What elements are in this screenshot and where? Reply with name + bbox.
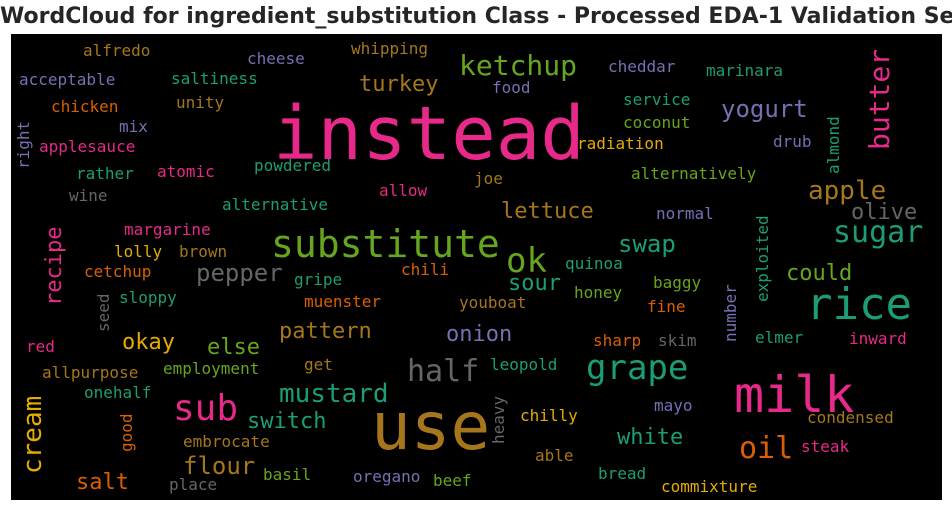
word-employment: employment xyxy=(163,359,259,378)
word-exploited: exploited xyxy=(753,215,772,302)
word-drub: drub xyxy=(773,132,812,151)
word-margarine: margarine xyxy=(124,220,211,239)
word-cheddar: cheddar xyxy=(608,57,676,76)
word-half: half xyxy=(407,354,479,389)
word-substitute: substitute xyxy=(271,222,500,266)
word-quinoa: quinoa xyxy=(565,254,623,273)
word-could: could xyxy=(786,261,852,286)
word-use: use xyxy=(371,388,490,465)
word-mayo: mayo xyxy=(654,396,693,415)
wordcloud-svg: insteaduse milkricesubstitutesubokgrapeha… xyxy=(14,39,923,496)
word-red: red xyxy=(26,337,55,356)
word-right: right xyxy=(14,121,33,169)
word-switch: switch xyxy=(247,409,326,434)
word-elmer: elmer xyxy=(755,328,804,347)
word-mustard: mustard xyxy=(279,379,389,409)
word-basil: basil xyxy=(263,465,311,484)
word-sharp: sharp xyxy=(593,331,641,350)
word-alternative: alternative xyxy=(222,195,328,214)
word-else: else xyxy=(207,335,260,360)
word-butter: butter xyxy=(863,49,896,150)
word-marinara: marinara xyxy=(706,61,783,80)
word-swap: swap xyxy=(618,230,676,258)
word-wine: wine xyxy=(69,186,108,205)
word-onion: onion xyxy=(446,322,512,347)
word-heavy: heavy xyxy=(489,395,508,444)
word-good: good xyxy=(117,413,136,452)
word-allpurpose: allpurpose xyxy=(42,363,138,382)
word-mix: mix xyxy=(119,117,148,136)
word-coconut: coconut xyxy=(623,113,690,132)
word-normal: normal xyxy=(656,204,714,223)
word-grape: grape xyxy=(586,348,688,388)
word-get: get xyxy=(304,355,333,374)
word-cheese: cheese xyxy=(247,49,305,68)
word-allow: allow xyxy=(379,181,428,200)
word-olive: olive xyxy=(851,200,917,225)
word-number: number xyxy=(721,284,740,342)
wordcloud-canvas: instead use milk rice substitute sub ok grape ha… xyxy=(11,34,942,500)
word-commixture: commixture xyxy=(661,477,757,496)
word-embrocate: embrocate xyxy=(183,432,270,451)
word-yogurt: yogurt xyxy=(721,95,808,123)
word-youboat: youboat xyxy=(459,293,526,312)
word-beef: beef xyxy=(433,471,472,490)
word-acceptable: acceptable xyxy=(19,70,115,89)
chart-title: WordCloud for ingredient_substitution Cl… xyxy=(0,4,952,29)
word-powdered: powdered xyxy=(254,156,331,175)
word-oregano: oregano xyxy=(353,467,420,486)
word-able: able xyxy=(535,446,574,465)
word-leopold: leopold xyxy=(490,355,557,374)
word-steak: steak xyxy=(801,437,850,456)
word-place: place xyxy=(169,475,217,494)
word-chicken: chicken xyxy=(51,97,118,116)
word-turkey: turkey xyxy=(359,72,438,97)
word-muenster: muenster xyxy=(304,292,381,311)
word-bread: bread xyxy=(598,464,646,483)
word-oil: oil xyxy=(739,431,793,466)
word-rice: rice xyxy=(806,279,912,330)
word-saltiness: saltiness xyxy=(171,69,258,88)
word-joe: joe xyxy=(474,169,503,188)
word-food: food xyxy=(492,78,531,97)
word-service: service xyxy=(623,90,690,109)
word-applesauce: applesauce xyxy=(39,137,135,156)
word-alternatively: alternatively xyxy=(631,164,757,183)
word-seed: seed xyxy=(94,293,113,332)
word-sloppy: sloppy xyxy=(119,288,177,307)
word-brown: brown xyxy=(179,242,227,261)
word-sub: sub xyxy=(173,388,238,429)
word-onehalf: onehalf xyxy=(84,383,151,402)
word-condensed: condensed xyxy=(807,408,894,427)
word-rather: rather xyxy=(76,164,134,183)
word-lettuce: lettuce xyxy=(501,199,594,224)
word-salt: salt xyxy=(76,470,129,495)
word-lolly: lolly xyxy=(114,242,163,261)
word-cetchup: cetchup xyxy=(84,262,151,281)
word-alfredo: alfredo xyxy=(83,41,150,60)
word-whipping: whipping xyxy=(351,39,428,58)
word-recipe: recipe xyxy=(42,227,67,306)
word-pattern: pattern xyxy=(279,319,372,344)
word-baggy: baggy xyxy=(653,273,702,292)
word-chili: chili xyxy=(401,260,449,279)
word-unity: unity xyxy=(176,93,225,112)
word-fine: fine xyxy=(647,297,686,316)
word-pepper: pepper xyxy=(196,259,283,287)
word-skim: skim xyxy=(658,331,697,350)
word-cream: cream xyxy=(18,396,48,474)
word-honey: honey xyxy=(574,283,623,302)
word-inward: inward xyxy=(849,329,907,348)
word-chilly: chilly xyxy=(520,406,578,425)
word-atomic: atomic xyxy=(157,162,215,181)
word-white: white xyxy=(617,425,683,450)
word-okay: okay xyxy=(122,330,175,355)
word-radiation: radiation xyxy=(577,134,664,153)
word-gripe: gripe xyxy=(294,270,342,289)
word-almond: almond xyxy=(824,116,843,174)
